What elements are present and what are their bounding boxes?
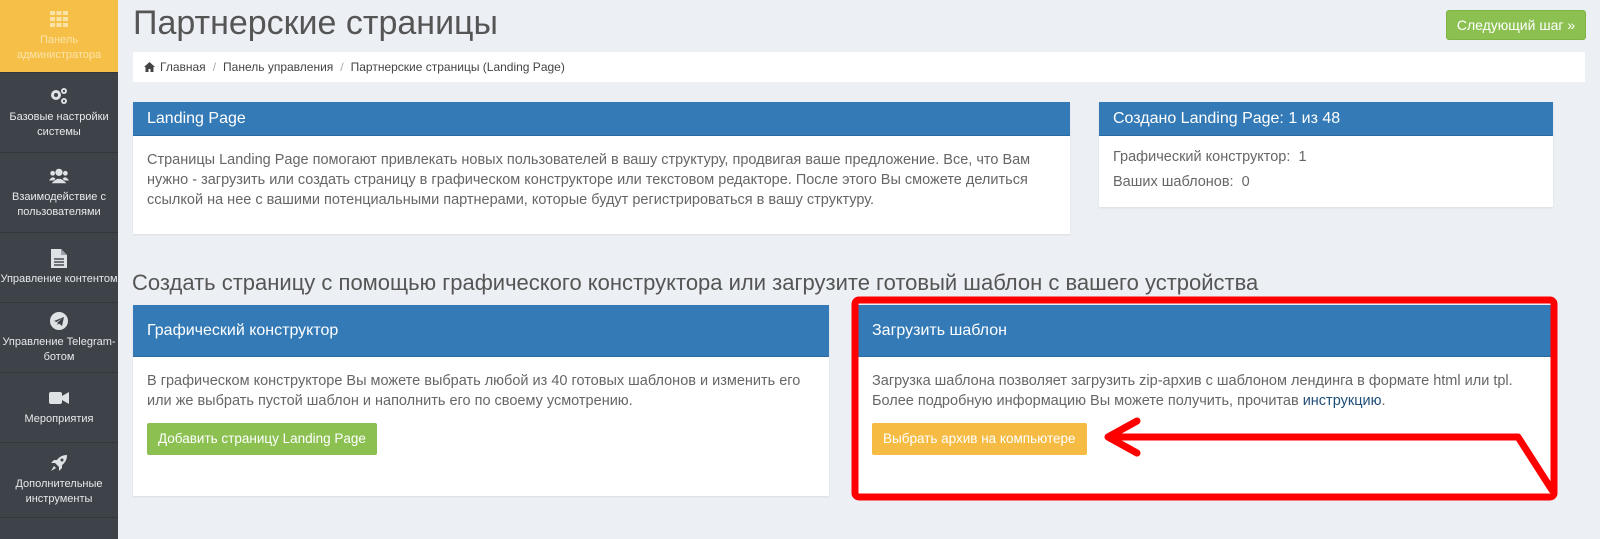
sidebar-item-telegram[interactable]: Управление Telegram-ботом <box>0 303 118 373</box>
stats-panel-title: Создано Landing Page: 1 из 48 <box>1099 102 1553 136</box>
sidebar-item-label: Управление Telegram-ботом <box>2 335 116 363</box>
rocket-icon <box>49 453 69 473</box>
sidebar-item-label: Базовые настройки системы <box>9 110 109 138</box>
stat-value: 1 <box>1298 149 1307 165</box>
gears-icon <box>49 86 69 106</box>
stat-label: Графический конструктор: <box>1113 149 1291 165</box>
instructions-link[interactable]: инструкцию <box>1303 393 1382 409</box>
breadcrumb: Главная / Панель управления / Партнерски… <box>133 52 1585 82</box>
landing-page-description: Страницы Landing Page помогают привлекат… <box>147 152 1031 208</box>
stat-row-templates: Ваших шаблонов: 0 <box>1113 170 1539 195</box>
sidebar-item-base-settings[interactable]: Базовые настройки системы <box>0 73 118 153</box>
stat-label: Ваших шаблонов: <box>1113 174 1234 190</box>
sidebar-item-label: Управление контентом <box>0 273 118 285</box>
sidebar-item-tools[interactable]: Дополнительные инструменты <box>0 443 118 518</box>
upload-template-panel: Загрузить шаблон Загрузка шаблона позвол… <box>858 305 1551 496</box>
sidebar-item-label: Дополнительные инструменты <box>15 478 103 505</box>
add-landing-page-button[interactable]: Добавить страницу Landing Page <box>147 423 377 455</box>
stats-panel: Создано Landing Page: 1 из 48 Графически… <box>1099 102 1553 207</box>
sidebar-item-users[interactable]: Взаимодействие с пользователями <box>0 153 118 233</box>
users-icon <box>49 166 69 186</box>
stat-value: 0 <box>1241 174 1250 190</box>
sidebar-item-events[interactable]: Мероприятия <box>0 373 118 443</box>
sidebar: Панель администратора Базовые настройки … <box>0 0 118 539</box>
constructor-panel-title: Графический конструктор <box>133 305 829 357</box>
home-icon <box>144 62 155 72</box>
video-camera-icon <box>49 388 69 408</box>
page-title: Партнерские страницы <box>133 4 498 42</box>
sidebar-item-label: Панель администратора <box>16 34 102 61</box>
next-step-button[interactable]: Следующий шаг » <box>1446 10 1586 40</box>
breadcrumb-panel-link[interactable]: Панель управления <box>223 60 333 74</box>
landing-page-panel-title: Landing Page <box>133 102 1070 136</box>
telegram-icon <box>49 311 69 331</box>
document-icon <box>49 248 69 268</box>
upload-description-end: . <box>1381 393 1386 409</box>
sidebar-item-content[interactable]: Управление контентом <box>0 233 118 303</box>
breadcrumb-separator: / <box>212 60 217 74</box>
grid-icon <box>49 9 69 29</box>
sidebar-item-admin-panel[interactable]: Панель администратора <box>0 0 118 73</box>
choose-archive-button[interactable]: Выбрать архив на компьютере <box>872 423 1087 455</box>
breadcrumb-separator: / <box>340 60 344 74</box>
breadcrumb-current: Партнерские страницы (Landing Page) <box>350 60 565 74</box>
sidebar-item-label: Мероприятия <box>24 413 94 425</box>
breadcrumb-home-link[interactable]: Главная <box>160 60 206 74</box>
constructor-description: В графическом конструкторе Вы можете выб… <box>147 373 801 409</box>
upload-description: Загрузка шаблона позволяет загрузить zip… <box>872 371 1537 411</box>
section-title: Создать страницу с помощью графического … <box>132 270 1259 295</box>
sidebar-item-label: Взаимодействие с пользователями <box>12 190 106 218</box>
upload-panel-title: Загрузить шаблон <box>858 305 1551 357</box>
upload-description-text: Загрузка шаблона позволяет загрузить zip… <box>872 373 1513 409</box>
landing-page-panel: Landing Page Страницы Landing Page помог… <box>133 102 1070 234</box>
constructor-panel: Графический конструктор В графическом ко… <box>133 305 829 496</box>
stat-row-constructor: Графический конструктор: 1 <box>1113 145 1539 170</box>
